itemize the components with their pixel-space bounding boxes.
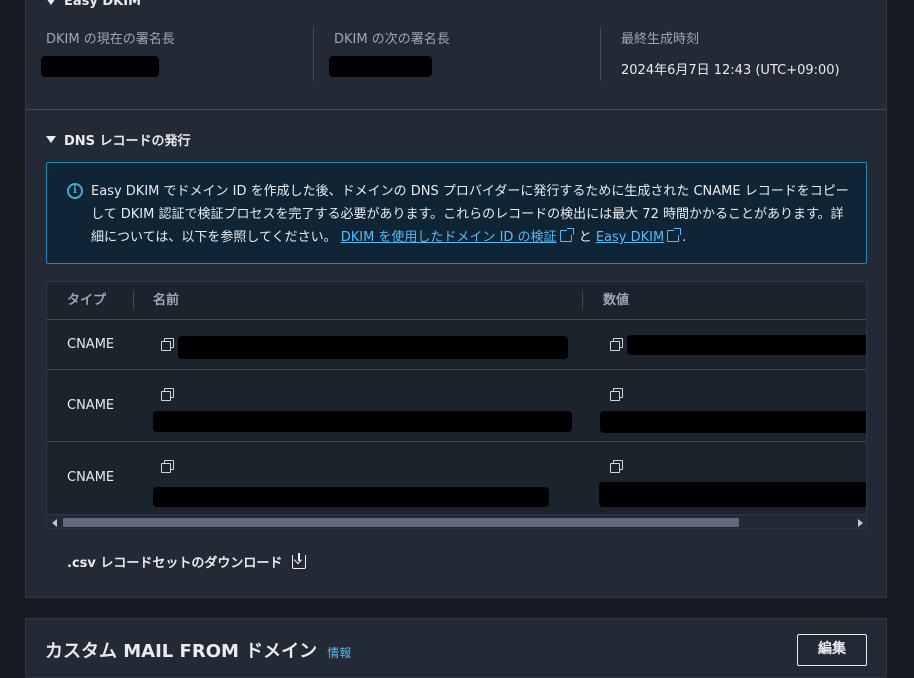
redacted-next-key-value	[329, 56, 432, 77]
info-alert: i Easy DKIM でドメイン ID を作成した後、ドメインの DNS プロ…	[46, 162, 867, 264]
column-header-type[interactable]: タイプ	[67, 282, 106, 319]
edit-button[interactable]: 編集	[797, 634, 867, 666]
caret-down-icon	[46, 0, 56, 5]
scroll-left-icon[interactable]	[52, 519, 57, 527]
redacted-record-name	[153, 487, 549, 507]
redacted-record-value	[599, 482, 866, 507]
column-header-value[interactable]: 数値	[603, 282, 629, 319]
copy-icon[interactable]	[160, 387, 174, 401]
table-row: CNAME	[47, 441, 866, 513]
download-csv-button[interactable]: .csv レコードセットのダウンロード	[67, 552, 307, 571]
info-link[interactable]: 情報	[327, 644, 351, 661]
dns-records-title: DNS レコードの発行	[64, 134, 191, 149]
download-icon	[292, 552, 307, 569]
current-key-length-label: DKIM の現在の署名長	[46, 32, 175, 47]
redacted-record-value	[627, 335, 866, 355]
copy-icon[interactable]	[609, 387, 623, 401]
copy-icon[interactable]	[160, 459, 174, 473]
section-divider	[26, 109, 886, 110]
verify-domain-dkim-link[interactable]: DKIM を使用したドメイン ID の検証	[341, 230, 557, 245]
custom-mail-from-panel: カスタム MAIL FROM ドメイン 情報 編集	[25, 618, 887, 678]
info-alert-end: .	[682, 230, 687, 245]
copy-icon[interactable]	[609, 337, 623, 351]
column-resizer[interactable]	[133, 291, 134, 309]
column-header-name[interactable]: 名前	[153, 282, 179, 319]
redacted-record-name	[178, 336, 568, 359]
download-csv-label: .csv レコードセットのダウンロード	[67, 556, 283, 571]
divider	[600, 27, 601, 81]
table-row: CNAME	[47, 369, 866, 441]
easy-dkim-panel: Easy DKIM DKIM の現在の署名長 DKIM の次の署名長 最終生成時…	[25, 0, 887, 598]
last-generated: 最終生成時刻 2024年6月7日 12:43 (UTC+09:00)	[621, 28, 840, 80]
info-icon: i	[67, 183, 83, 199]
last-generated-value: 2024年6月7日 12:43 (UTC+09:00)	[621, 63, 840, 78]
column-resizer[interactable]	[582, 291, 583, 309]
redacted-current-key-value	[41, 56, 159, 77]
copy-icon[interactable]	[160, 337, 174, 351]
easy-dkim-title: Easy DKIM	[64, 0, 142, 9]
table-row: CNAME	[47, 319, 866, 369]
divider	[313, 27, 314, 81]
custom-mail-from-heading: カスタム MAIL FROM ドメイン 情報	[45, 637, 351, 663]
redacted-record-name	[153, 411, 572, 432]
record-type: CNAME	[67, 398, 115, 413]
info-alert-text: Easy DKIM でドメイン ID を作成した後、ドメインの DNS プロバイ…	[91, 180, 853, 249]
next-key-length-label: DKIM の次の署名長	[334, 32, 450, 47]
scroll-right-icon[interactable]	[858, 519, 863, 527]
caret-down-icon	[46, 136, 56, 143]
external-link-icon	[559, 228, 574, 242]
link-separator: と	[578, 230, 592, 245]
custom-mail-from-title: カスタム MAIL FROM ドメイン	[45, 641, 318, 662]
external-link-icon	[667, 228, 682, 242]
dns-records-heading[interactable]: DNS レコードの発行	[46, 130, 191, 149]
easy-dkim-link[interactable]: Easy DKIM	[596, 230, 664, 245]
horizontal-scrollbar[interactable]	[47, 514, 866, 528]
easy-dkim-heading[interactable]: Easy DKIM	[46, 0, 141, 9]
record-type: CNAME	[67, 337, 115, 352]
dns-records-table: タイプ 名前 数値 CNAME CNAME CNAME	[46, 281, 867, 529]
last-generated-label: 最終生成時刻	[621, 32, 700, 47]
copy-icon[interactable]	[609, 459, 623, 473]
record-type: CNAME	[67, 470, 115, 485]
scrollbar-thumb[interactable]	[63, 518, 739, 527]
redacted-record-value	[600, 411, 866, 433]
